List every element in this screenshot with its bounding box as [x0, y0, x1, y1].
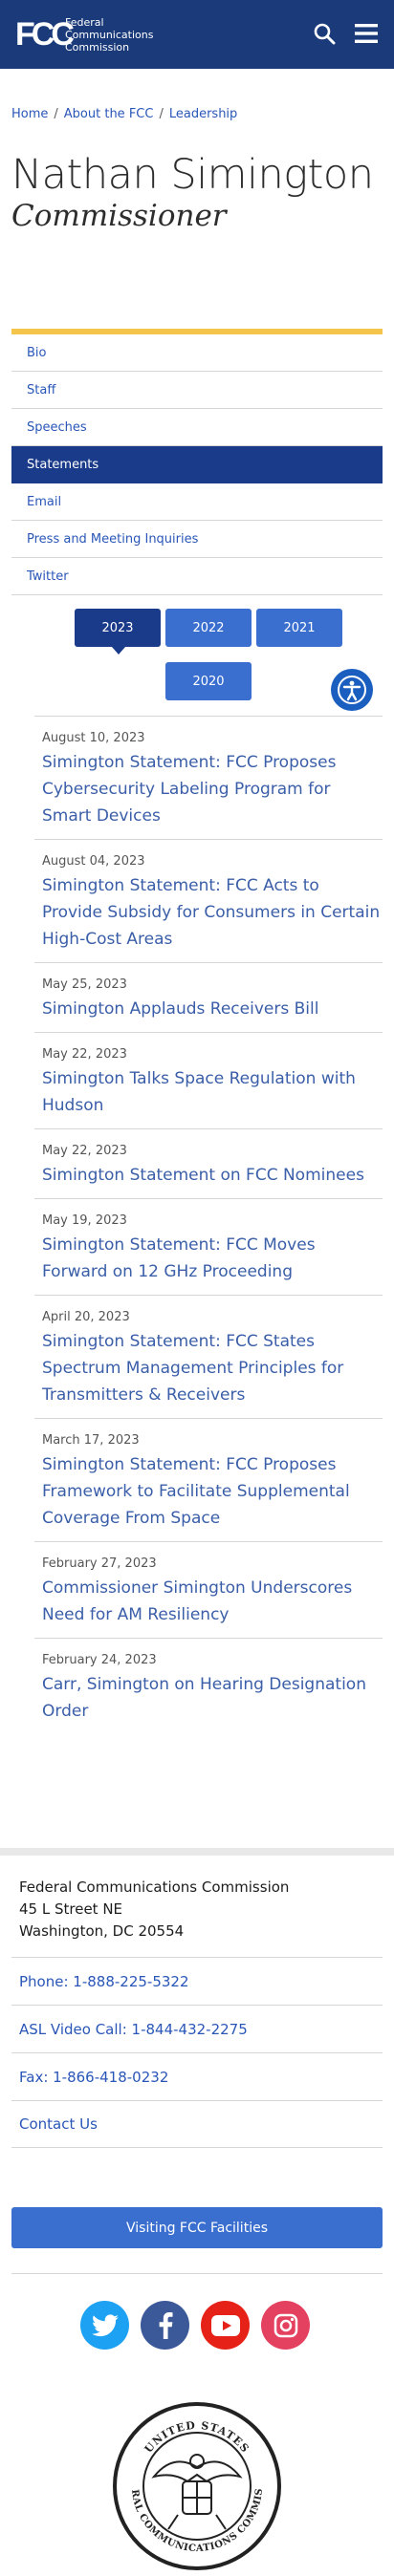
fcc-logo[interactable]: FCC Federal Communications Commission — [15, 16, 153, 54]
logo-line: Communications — [65, 28, 154, 41]
nav-item-twitter[interactable]: Twitter — [11, 558, 383, 595]
address-line: Federal Communications Commission — [19, 1878, 290, 1896]
statement-link[interactable]: Commissioner Simington Underscores Need … — [42, 1575, 383, 1628]
address-line: Washington, DC 20554 — [19, 1922, 185, 1940]
section-nav: Bio Staff Speeches Statements Email Pres… — [11, 334, 383, 595]
list-item: February 24, 2023 Carr, Simington on Hea… — [34, 1639, 383, 1734]
title-block: Nathan Simington Commissioner — [11, 151, 374, 233]
year-tab-2020[interactable]: 2020 — [165, 662, 252, 700]
logo-line: Commission — [65, 40, 130, 54]
statement-date: May 22, 2023 — [42, 1144, 127, 1158]
statement-link[interactable]: Carr, Simington on Hearing Designation O… — [42, 1671, 383, 1725]
breadcrumb-about[interactable]: About the FCC — [64, 107, 154, 121]
address-line: 45 L Street NE — [19, 1900, 123, 1918]
fcc-seal-image: UNITED STATES FEDERAL COMMUNICATIONS COM… — [106, 2393, 283, 2576]
youtube-icon[interactable] — [201, 2301, 250, 2350]
statement-date: August 04, 2023 — [42, 854, 145, 869]
list-item: May 19, 2023 Simington Statement: FCC Mo… — [34, 1199, 383, 1296]
breadcrumb-leadership[interactable]: Leadership — [169, 107, 237, 121]
statement-link[interactable]: Simington Statement on FCC Nominees — [42, 1162, 383, 1189]
fcc-logo-mark: FCC — [15, 15, 75, 53]
nav-item-statements[interactable]: Statements — [11, 446, 383, 483]
list-item: August 04, 2023 Simington Statement: FCC… — [34, 840, 383, 963]
site-header: FCC Federal Communications Commission — [0, 0, 394, 69]
social-links — [80, 2301, 310, 2350]
logo-line: Federal — [65, 15, 104, 29]
nav-item-staff[interactable]: Staff — [11, 372, 383, 409]
statement-link[interactable]: Simington Statement: FCC States Spectrum… — [42, 1328, 383, 1408]
list-item: February 27, 2023 Commissioner Simington… — [34, 1542, 383, 1639]
statement-link[interactable]: Simington Statement: FCC Acts to Provide… — [42, 872, 383, 953]
list-item: May 22, 2023 Simington Talks Space Regul… — [34, 1033, 383, 1129]
statement-date: April 20, 2023 — [42, 1310, 130, 1324]
statement-date: May 22, 2023 — [42, 1047, 127, 1062]
twitter-icon[interactable] — [80, 2301, 129, 2350]
statement-date: May 25, 2023 — [42, 977, 127, 992]
year-tab-2023[interactable]: 2023 — [75, 609, 161, 655]
accessibility-icon[interactable] — [331, 669, 373, 711]
year-tab-2021[interactable]: 2021 — [256, 609, 342, 647]
footer-divider — [11, 2273, 383, 2274]
nav-item-bio[interactable]: Bio — [11, 334, 383, 372]
footer-phone-link[interactable]: Phone: 1-888-225-5322 — [11, 1957, 383, 2005]
visiting-facilities-button[interactable]: Visiting FCC Facilities — [11, 2207, 383, 2248]
nav-item-speeches[interactable]: Speeches — [11, 409, 383, 446]
statement-link[interactable]: Simington Statement: FCC Proposes Framew… — [42, 1451, 383, 1532]
list-item: August 10, 2023 Simington Statement: FCC… — [34, 717, 383, 840]
footer-fax-link[interactable]: Fax: 1-866-418-0232 — [11, 2052, 383, 2100]
footer-asl-link[interactable]: ASL Video Call: 1-844-432-2275 — [11, 2005, 383, 2052]
fcc-logo-text: Federal Communications Commission — [65, 16, 153, 54]
page-title: Nathan Simington — [11, 151, 374, 199]
statement-link[interactable]: Simington Talks Space Regulation with Hu… — [42, 1065, 383, 1119]
nav-item-email[interactable]: Email — [11, 483, 383, 521]
statement-link[interactable]: Simington Statement: FCC Proposes Cybers… — [42, 749, 383, 829]
year-tab-2022[interactable]: 2022 — [165, 609, 252, 647]
facebook-icon[interactable] — [141, 2301, 189, 2350]
page-subtitle: Commissioner — [11, 199, 227, 233]
statement-date: May 19, 2023 — [42, 1213, 127, 1228]
statement-link[interactable]: Simington Statement: FCC Moves Forward o… — [42, 1232, 383, 1285]
statement-date: February 27, 2023 — [42, 1556, 157, 1571]
list-item: April 20, 2023 Simington Statement: FCC … — [34, 1296, 383, 1419]
site-footer: Federal Communications Commission 45 L S… — [0, 1848, 394, 2570]
footer-contact-link[interactable]: Contact Us — [11, 2100, 383, 2148]
search-icon[interactable] — [310, 19, 339, 48]
hamburger-menu-icon[interactable] — [352, 19, 381, 48]
breadcrumb-separator: / — [54, 107, 58, 121]
nav-item-press-inquiries[interactable]: Press and Meeting Inquiries — [11, 521, 383, 558]
statement-date: February 24, 2023 — [42, 1653, 157, 1667]
footer-address: Federal Communications Commission 45 L S… — [19, 1877, 289, 1943]
breadcrumb-separator: / — [159, 107, 164, 121]
list-item: May 25, 2023 Simington Applauds Receiver… — [34, 963, 383, 1033]
statement-list: August 10, 2023 Simington Statement: FCC… — [34, 716, 383, 1734]
statement-date: March 17, 2023 — [42, 1433, 140, 1448]
list-item: May 22, 2023 Simington Statement on FCC … — [34, 1129, 383, 1199]
breadcrumb: Home / About the FCC / Leadership — [0, 107, 249, 121]
statement-link[interactable]: Simington Applauds Receivers Bill — [42, 996, 383, 1022]
breadcrumb-home[interactable]: Home — [11, 107, 48, 121]
statement-date: August 10, 2023 — [42, 731, 145, 745]
instagram-icon[interactable] — [261, 2301, 310, 2350]
list-item: March 17, 2023 Simington Statement: FCC … — [34, 1419, 383, 1542]
